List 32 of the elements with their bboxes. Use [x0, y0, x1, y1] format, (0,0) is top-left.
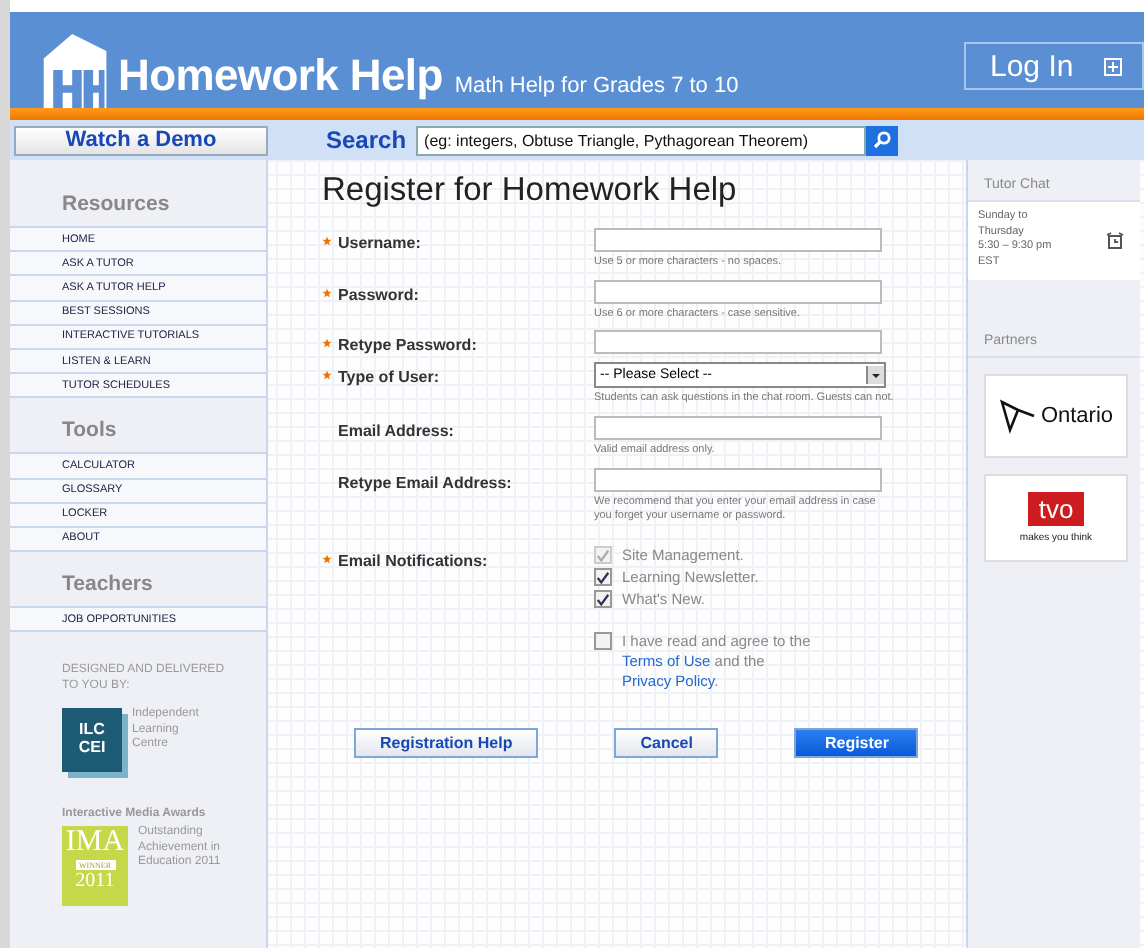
input-field[interactable]	[594, 467, 882, 492]
field-label: Type of User:	[338, 368, 440, 387]
alarm-clock-icon	[1106, 231, 1124, 250]
tagline: Math Help for Grades 7 to 10	[454, 74, 739, 98]
ontario-logo[interactable]: Ontario	[984, 373, 1128, 458]
search-field[interactable]: (eg: integers, Obtuse Triangle, Pythagorean Theorem)	[416, 125, 867, 155]
form-button[interactable]: Cancel	[614, 727, 719, 757]
field-label: Email Address:	[338, 422, 454, 441]
plus-icon	[1104, 57, 1122, 75]
field-label: Retype Email Address:	[338, 473, 512, 492]
field-label: Email Notifications:	[338, 552, 488, 571]
watch-demo-button[interactable]: Watch a Demo	[14, 125, 268, 155]
page-title: Register for Homework Help	[322, 172, 739, 210]
input-field[interactable]	[594, 330, 882, 355]
field-label: Retype Password:	[338, 336, 477, 355]
search-button[interactable]	[866, 125, 899, 155]
field-label: Password:	[338, 285, 419, 304]
input-field[interactable]	[594, 416, 882, 441]
ilc-logo: ILC CEI	[62, 707, 122, 772]
checkbox[interactable]	[594, 568, 612, 587]
form-button[interactable]: Registration Help	[354, 727, 539, 757]
partner-name: tvo	[1028, 491, 1084, 526]
checkbox[interactable]	[594, 632, 612, 651]
partner-name: Ontario	[1040, 403, 1114, 428]
search-label: Search	[326, 126, 407, 154]
input-field[interactable]	[594, 279, 882, 304]
input-field[interactable]	[594, 228, 882, 252]
caret-icon	[866, 366, 884, 385]
form-button[interactable]: Register	[794, 727, 919, 757]
checkbox[interactable]	[594, 590, 612, 609]
field-label: Username:	[338, 234, 421, 252]
search-icon	[872, 130, 893, 150]
